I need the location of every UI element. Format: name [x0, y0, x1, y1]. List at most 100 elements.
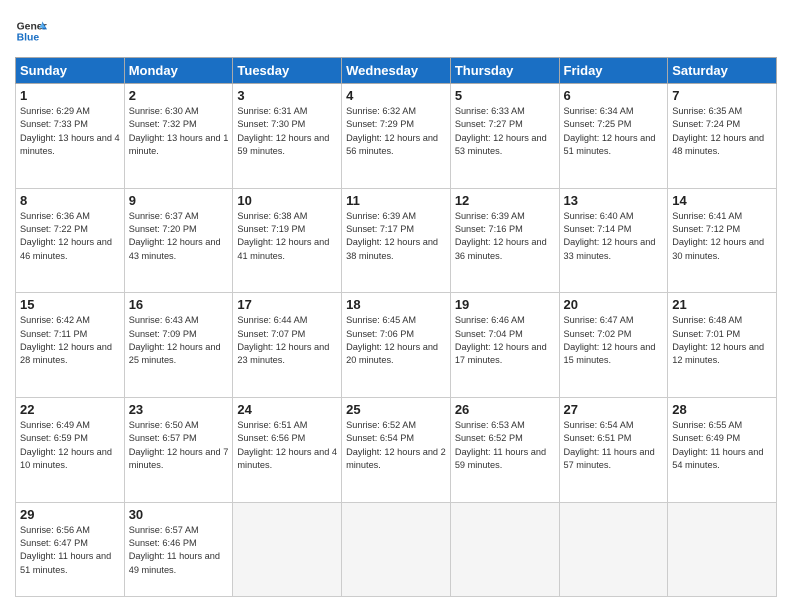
calendar-cell: 30 Sunrise: 6:57 AM Sunset: 6:46 PM Dayli… — [124, 502, 233, 596]
day-number: 25 — [346, 402, 446, 417]
day-number: 18 — [346, 297, 446, 312]
calendar-cell: 16 Sunrise: 6:43 AM Sunset: 7:09 PM Dayli… — [124, 293, 233, 398]
calendar-cell: 9 Sunrise: 6:37 AM Sunset: 7:20 PM Daylig… — [124, 188, 233, 293]
day-info: Sunrise: 6:31 AM Sunset: 7:30 PM Dayligh… — [237, 105, 337, 158]
calendar-cell: 22Sunrise: 6:49 AM Sunset: 6:59 PM Dayli… — [16, 397, 125, 502]
header: General Blue — [15, 15, 777, 47]
day-info: Sunrise: 6:39 AM Sunset: 7:16 PM Dayligh… — [455, 210, 555, 263]
calendar-cell: 1 Sunrise: 6:29 AM Sunset: 7:33 PM Daylig… — [16, 84, 125, 189]
calendar-cell: 7 Sunrise: 6:35 AM Sunset: 7:24 PM Daylig… — [668, 84, 777, 189]
day-info: Sunrise: 6:40 AM Sunset: 7:14 PM Dayligh… — [564, 210, 664, 263]
svg-text:Blue: Blue — [17, 33, 40, 44]
calendar-cell: 28 Sunrise: 6:55 AM Sunset: 6:49 PM Dayli… — [668, 397, 777, 502]
day-info: Sunrise: 6:42 AM Sunset: 7:11 PM Dayligh… — [20, 314, 120, 367]
calendar-cell: 2Sunrise: 6:30 AM Sunset: 7:32 PM Daylig… — [124, 84, 233, 189]
weekday-header-wednesday: Wednesday — [342, 58, 451, 84]
day-number: 12 — [455, 193, 555, 208]
calendar-cell: 25 Sunrise: 6:52 AM Sunset: 6:54 PM Dayli… — [342, 397, 451, 502]
weekday-header-sunday: Sunday — [16, 58, 125, 84]
day-number: 1 — [20, 88, 120, 103]
day-info: Sunrise: 6:55 AM Sunset: 6:49 PM Dayligh… — [672, 419, 772, 472]
week-row-1: 8 Sunrise: 6:36 AM Sunset: 7:22 PM Daylig… — [16, 188, 777, 293]
page: General Blue SundayMondayTuesdayWednesda… — [0, 0, 792, 612]
calendar-cell: 21 Sunrise: 6:48 AM Sunset: 7:01 PM Dayli… — [668, 293, 777, 398]
day-number: 17 — [237, 297, 337, 312]
calendar-cell: 13 Sunrise: 6:40 AM Sunset: 7:14 PM Dayli… — [559, 188, 668, 293]
day-info: Sunrise: 6:46 AM Sunset: 7:04 PM Dayligh… — [455, 314, 555, 367]
day-info: Sunrise: 6:48 AM Sunset: 7:01 PM Dayligh… — [672, 314, 772, 367]
day-number: 15 — [20, 297, 120, 312]
day-info: Sunrise: 6:35 AM Sunset: 7:24 PM Dayligh… — [672, 105, 772, 158]
day-number: 28 — [672, 402, 772, 417]
day-number: 26 — [455, 402, 555, 417]
calendar-cell — [559, 502, 668, 596]
calendar-cell: 26 Sunrise: 6:53 AM Sunset: 6:52 PM Dayli… — [450, 397, 559, 502]
day-number: 21 — [672, 297, 772, 312]
weekday-header-tuesday: Tuesday — [233, 58, 342, 84]
day-number: 20 — [564, 297, 664, 312]
day-number: 6 — [564, 88, 664, 103]
weekday-header-friday: Friday — [559, 58, 668, 84]
day-number: 22 — [20, 402, 120, 417]
calendar-cell: 24 Sunrise: 6:51 AM Sunset: 6:56 PM Dayli… — [233, 397, 342, 502]
day-number: 27 — [564, 402, 664, 417]
day-info: Sunrise: 6:43 AM Sunset: 7:09 PM Dayligh… — [129, 314, 229, 367]
calendar-cell: 29 Sunrise: 6:56 AM Sunset: 6:47 PM Dayli… — [16, 502, 125, 596]
day-info: Sunrise: 6:36 AM Sunset: 7:22 PM Dayligh… — [20, 210, 120, 263]
day-info: Sunrise: 6:52 AM Sunset: 6:54 PM Dayligh… — [346, 419, 446, 472]
calendar-cell: 15 Sunrise: 6:42 AM Sunset: 7:11 PM Dayli… — [16, 293, 125, 398]
calendar-cell: 23 Sunrise: 6:50 AM Sunset: 6:57 PM Dayli… — [124, 397, 233, 502]
day-info: Sunrise: 6:47 AM Sunset: 7:02 PM Dayligh… — [564, 314, 664, 367]
day-info: Sunrise: 6:51 AM Sunset: 6:56 PM Dayligh… — [237, 419, 337, 472]
day-info: Sunrise: 6:41 AM Sunset: 7:12 PM Dayligh… — [672, 210, 772, 263]
day-info: Sunrise: 6:32 AM Sunset: 7:29 PM Dayligh… — [346, 105, 446, 158]
weekday-header-monday: Monday — [124, 58, 233, 84]
day-info: Sunrise: 6:45 AM Sunset: 7:06 PM Dayligh… — [346, 314, 446, 367]
calendar-cell: 19 Sunrise: 6:46 AM Sunset: 7:04 PM Dayli… — [450, 293, 559, 398]
day-number: 13 — [564, 193, 664, 208]
calendar-cell: 14 Sunrise: 6:41 AM Sunset: 7:12 PM Dayli… — [668, 188, 777, 293]
calendar-cell: 17 Sunrise: 6:44 AM Sunset: 7:07 PM Dayli… — [233, 293, 342, 398]
calendar-cell: 10 Sunrise: 6:38 AM Sunset: 7:19 PM Dayli… — [233, 188, 342, 293]
calendar-cell: 5 Sunrise: 6:33 AM Sunset: 7:27 PM Daylig… — [450, 84, 559, 189]
day-info: Sunrise: 6:29 AM Sunset: 7:33 PM Dayligh… — [20, 105, 120, 158]
calendar-cell — [668, 502, 777, 596]
weekday-header-row: SundayMondayTuesdayWednesdayThursdayFrid… — [16, 58, 777, 84]
day-number: 16 — [129, 297, 229, 312]
weekday-header-thursday: Thursday — [450, 58, 559, 84]
calendar-cell: 8 Sunrise: 6:36 AM Sunset: 7:22 PM Daylig… — [16, 188, 125, 293]
day-number: 30 — [129, 507, 229, 522]
week-row-4: 29 Sunrise: 6:56 AM Sunset: 6:47 PM Dayli… — [16, 502, 777, 596]
day-number: 19 — [455, 297, 555, 312]
week-row-0: 1 Sunrise: 6:29 AM Sunset: 7:33 PM Daylig… — [16, 84, 777, 189]
day-info: Sunrise: 6:37 AM Sunset: 7:20 PM Dayligh… — [129, 210, 229, 263]
day-info: Sunrise: 6:44 AM Sunset: 7:07 PM Dayligh… — [237, 314, 337, 367]
day-info: Sunrise: 6:50 AM Sunset: 6:57 PM Dayligh… — [129, 419, 229, 472]
day-number: 24 — [237, 402, 337, 417]
day-number: 9 — [129, 193, 229, 208]
day-number: 4 — [346, 88, 446, 103]
calendar-cell: 18 Sunrise: 6:45 AM Sunset: 7:06 PM Dayli… — [342, 293, 451, 398]
day-info: Sunrise: 6:57 AM Sunset: 6:46 PM Dayligh… — [129, 524, 229, 577]
weekday-header-saturday: Saturday — [668, 58, 777, 84]
week-row-3: 22Sunrise: 6:49 AM Sunset: 6:59 PM Dayli… — [16, 397, 777, 502]
day-number: 29 — [20, 507, 120, 522]
calendar-cell: 12 Sunrise: 6:39 AM Sunset: 7:16 PM Dayli… — [450, 188, 559, 293]
day-info: Sunrise: 6:38 AM Sunset: 7:19 PM Dayligh… — [237, 210, 337, 263]
day-info: Sunrise: 6:33 AM Sunset: 7:27 PM Dayligh… — [455, 105, 555, 158]
day-number: 2 — [129, 88, 229, 103]
day-info: Sunrise: 6:53 AM Sunset: 6:52 PM Dayligh… — [455, 419, 555, 472]
day-number: 14 — [672, 193, 772, 208]
logo-icon: General Blue — [15, 15, 47, 47]
day-number: 5 — [455, 88, 555, 103]
calendar-cell — [233, 502, 342, 596]
calendar-cell: 11Sunrise: 6:39 AM Sunset: 7:17 PM Dayli… — [342, 188, 451, 293]
calendar-cell: 3Sunrise: 6:31 AM Sunset: 7:30 PM Daylig… — [233, 84, 342, 189]
calendar-table: SundayMondayTuesdayWednesdayThursdayFrid… — [15, 57, 777, 597]
day-number: 7 — [672, 88, 772, 103]
calendar-cell — [342, 502, 451, 596]
day-number: 10 — [237, 193, 337, 208]
day-number: 8 — [20, 193, 120, 208]
day-info: Sunrise: 6:56 AM Sunset: 6:47 PM Dayligh… — [20, 524, 120, 577]
day-number: 23 — [129, 402, 229, 417]
